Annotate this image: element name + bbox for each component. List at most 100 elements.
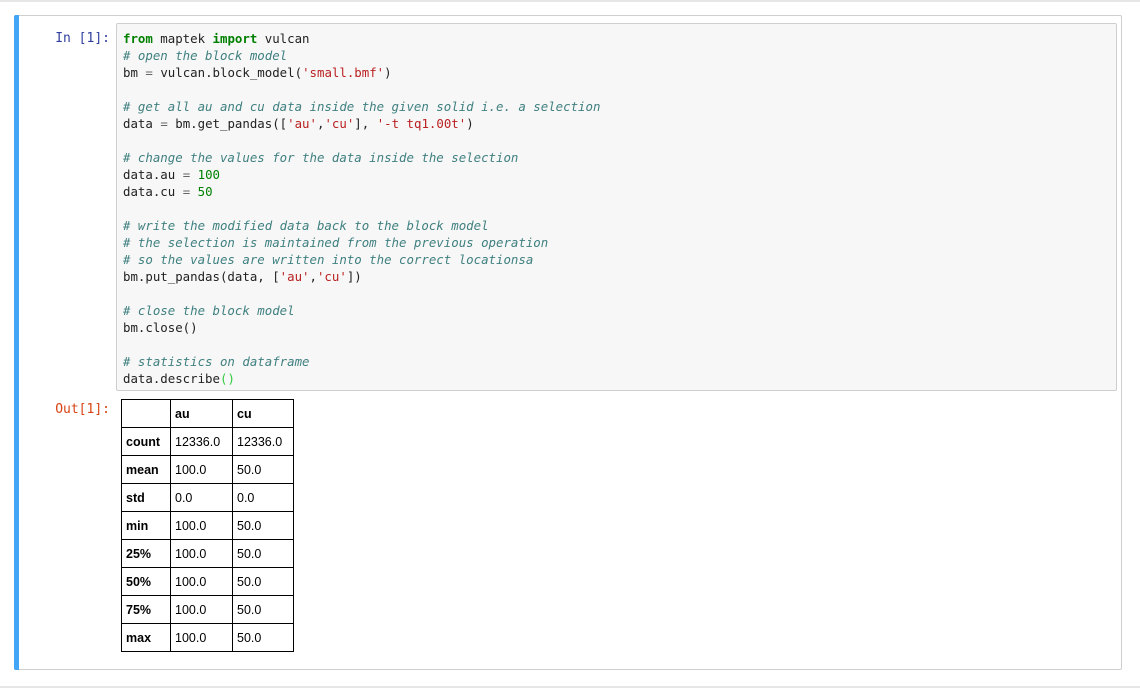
code-line: # get all au and cu data inside the give… xyxy=(123,98,1110,115)
table-cell: 0.0 xyxy=(232,483,294,512)
code-line: data.describe() xyxy=(123,370,1110,387)
code-line: # so the values are written into the cor… xyxy=(123,251,1110,268)
row-label: count xyxy=(121,427,171,456)
table-cell: 12336.0 xyxy=(232,427,294,456)
code-token: data.au xyxy=(123,167,183,182)
code-token: () xyxy=(219,371,235,386)
table-cell: 0.0 xyxy=(170,483,233,512)
table-corner-cell xyxy=(121,399,171,428)
code-token: vulcan.block_model( xyxy=(152,65,303,80)
row-label: 75% xyxy=(121,595,171,624)
code-token: 'au' xyxy=(279,269,310,284)
code-line: # write the modified data back to the bl… xyxy=(123,217,1110,234)
page-top-divider xyxy=(0,0,1140,2)
table-row: count 12336.0 12336.0 xyxy=(121,427,294,456)
table-row: std 0.0 0.0 xyxy=(121,483,294,512)
table-cell: 100.0 xyxy=(170,511,233,540)
input-prompt: In [1]: xyxy=(55,31,110,46)
code-token: from xyxy=(123,31,153,46)
code-editor[interactable]: from maptek import vulcan # open the bloc… xyxy=(116,23,1117,391)
row-label: max xyxy=(121,623,171,652)
code-line: data = bm.get_pandas(['au','cu'], '-t tq… xyxy=(123,115,1110,132)
row-label: 25% xyxy=(121,539,171,568)
code-token: 50 xyxy=(197,184,213,199)
code-token: 100 xyxy=(197,167,221,182)
code-token: 'cu' xyxy=(324,116,355,131)
table-row: min 100.0 50.0 xyxy=(121,511,294,540)
table-row: mean 100.0 50.0 xyxy=(121,455,294,484)
table-cell: 100.0 xyxy=(170,567,233,596)
table-header-row: au cu xyxy=(121,399,294,428)
code-token: # get all au and cu data inside the give… xyxy=(123,99,601,114)
code-token: 'small.bmf' xyxy=(302,65,385,80)
table-cell: 100.0 xyxy=(170,539,233,568)
row-label: std xyxy=(121,483,171,512)
table-cell: 100.0 xyxy=(170,595,233,624)
code-token: bm.get_pandas([ xyxy=(167,116,288,131)
code-token: 'au' xyxy=(287,116,317,131)
code-token: '-t tq1.00t' xyxy=(376,116,467,131)
table-cell: 50.0 xyxy=(232,511,294,540)
code-token: vulcan xyxy=(257,31,310,46)
code-line: bm = vulcan.block_model('small.bmf') xyxy=(123,64,1110,81)
code-line: data.au = 100 xyxy=(123,166,1110,183)
code-line: bm.close() xyxy=(123,319,1110,336)
code-token: # change the values for the data inside … xyxy=(123,150,519,165)
code-token: # write the modified data back to the bl… xyxy=(123,218,489,233)
code-token: bm.put_pandas(data, [ xyxy=(123,269,280,284)
code-line: # the selection is maintained from the p… xyxy=(123,234,1110,251)
code-token: bm.close() xyxy=(123,320,198,335)
code-token: # open the block model xyxy=(123,48,288,63)
code-token: maptek xyxy=(152,31,213,46)
row-label: min xyxy=(121,511,171,540)
code-line: # statistics on dataframe xyxy=(123,353,1110,370)
column-header-au: au xyxy=(170,399,233,428)
code-line: # open the block model xyxy=(123,47,1110,64)
code-token: , xyxy=(309,269,317,284)
table-cell: 50.0 xyxy=(232,595,294,624)
code-token: # the selection is maintained from the p… xyxy=(123,235,549,250)
cell-selected-indicator xyxy=(14,15,19,670)
table-row: 50% 100.0 50.0 xyxy=(121,567,294,596)
column-header-cu: cu xyxy=(232,399,294,428)
code-line: from maptek import vulcan xyxy=(123,30,1110,47)
code-token: ) xyxy=(466,116,474,131)
code-token: 'cu' xyxy=(316,269,347,284)
code-token: ) xyxy=(384,65,392,80)
code-token: ]) xyxy=(346,269,362,284)
dataframe-output-table: au cu count 12336.0 12336.0 mean 100.0 50.0 st… xyxy=(121,399,294,652)
table-cell: 50.0 xyxy=(232,567,294,596)
code-token: ], xyxy=(354,116,377,131)
table-cell: 100.0 xyxy=(170,455,233,484)
table-cell: 100.0 xyxy=(170,623,233,652)
code-token: # close the block model xyxy=(123,303,295,318)
code-token: = xyxy=(160,116,168,131)
code-token: data xyxy=(123,116,161,131)
code-line: # close the block model xyxy=(123,302,1110,319)
row-label: mean xyxy=(121,455,171,484)
code-token: = xyxy=(145,65,153,80)
code-token: data.cu xyxy=(123,184,183,199)
table-cell: 50.0 xyxy=(232,623,294,652)
code-token: # so the values are written into the cor… xyxy=(123,252,534,267)
code-line: # change the values for the data inside … xyxy=(123,149,1110,166)
code-token: # statistics on dataframe xyxy=(123,354,310,369)
table-cell: 50.0 xyxy=(232,455,294,484)
code-token: import xyxy=(212,31,258,46)
code-token: data.describe xyxy=(123,371,220,386)
row-label: 50% xyxy=(121,567,171,596)
table-cell: 50.0 xyxy=(232,539,294,568)
table-cell: 12336.0 xyxy=(170,427,233,456)
code-line: bm.put_pandas(data, ['au','cu']) xyxy=(123,268,1110,285)
code-token: bm xyxy=(123,65,146,80)
output-prompt: Out[1]: xyxy=(55,402,110,417)
table-row: max 100.0 50.0 xyxy=(121,623,294,652)
code-line: data.cu = 50 xyxy=(123,183,1110,200)
